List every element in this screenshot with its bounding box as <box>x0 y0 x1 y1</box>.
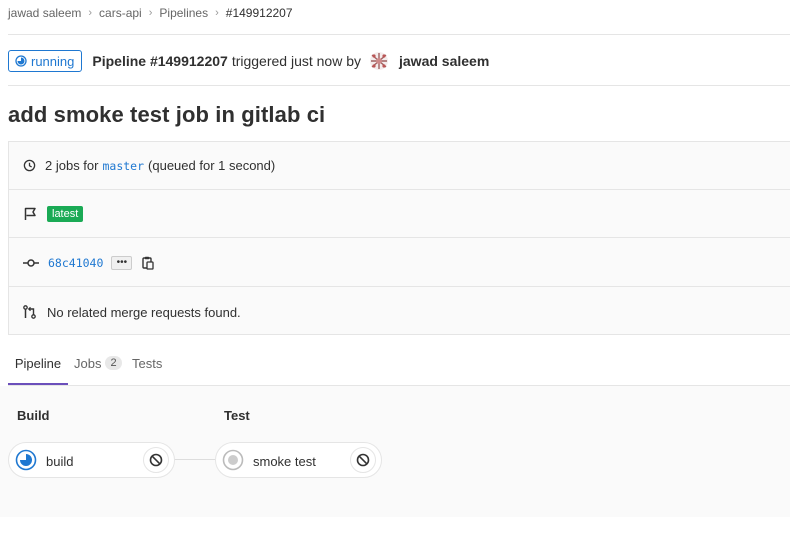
job-smoke-test[interactable]: smoke test <box>215 442 382 478</box>
job-name: build <box>46 454 74 469</box>
triggered-text: triggered just now by <box>231 53 361 69</box>
stage-connector <box>174 459 216 460</box>
chevron-right-icon: › <box>88 7 93 19</box>
tab-tests[interactable]: Tests <box>132 348 162 385</box>
user-link[interactable]: jawad saleem <box>399 53 489 69</box>
commit-row: 68c41040 ••• <box>9 239 790 287</box>
flag-icon <box>24 207 36 220</box>
chevron-right-icon: › <box>215 7 219 19</box>
tab-jobs-label: Jobs <box>74 356 102 371</box>
badges-row: latest <box>9 190 790 238</box>
clock-icon <box>23 159 36 172</box>
pipeline-id: Pipeline #149912207 <box>92 53 228 69</box>
jobs-count-badge: 2 <box>105 356 122 370</box>
tab-jobs[interactable]: Jobs 2 <box>74 348 122 385</box>
branch-link[interactable]: master <box>102 159 144 173</box>
breadcrumb: jawad saleem › cars-api › Pipelines › #1… <box>8 6 293 20</box>
commit-sha-link[interactable]: 68c41040 <box>48 256 103 270</box>
pipeline-info-box: 2 jobs for master (queued for 1 second) … <box>8 141 790 335</box>
cancel-icon <box>356 453 370 467</box>
commit-icon <box>23 258 39 267</box>
cancel-button[interactable] <box>350 447 376 473</box>
breadcrumb-pipeline-id[interactable]: #149912207 <box>226 6 293 20</box>
stage-title-test: Test <box>224 408 250 423</box>
jobs-count-text: 2 jobs for <box>45 158 99 173</box>
queued-text: (queued for 1 second) <box>148 158 276 173</box>
avatar[interactable] <box>369 51 389 71</box>
breadcrumb-pipelines[interactable]: Pipelines <box>159 6 208 20</box>
divider <box>8 34 790 35</box>
running-status-icon <box>15 449 37 471</box>
breadcrumb-project[interactable]: cars-api <box>99 6 142 20</box>
job-build[interactable]: build <box>8 442 175 478</box>
divider <box>8 85 790 86</box>
merge-request-icon <box>23 305 36 319</box>
cancel-icon <box>149 453 163 467</box>
job-name: smoke test <box>253 454 316 469</box>
status-badge[interactable]: running <box>8 50 83 72</box>
pipeline-header: running Pipeline #149912207 triggered ju… <box>8 48 489 74</box>
cancel-button[interactable] <box>143 447 169 473</box>
merge-requests-row: No related merge requests found. <box>9 288 790 336</box>
page-title: add smoke test job in gitlab ci <box>8 102 326 127</box>
status-badge-label: running <box>31 53 75 69</box>
jobs-row: 2 jobs for master (queued for 1 second) <box>9 142 790 190</box>
chevron-right-icon: › <box>148 7 153 19</box>
tab-pipeline[interactable]: Pipeline <box>8 348 68 385</box>
breadcrumb-user[interactable]: jawad saleem <box>8 6 81 20</box>
clipboard-icon[interactable] <box>142 256 155 270</box>
pipeline-graph: Build Test build smoke test <box>0 386 790 517</box>
no-merge-requests-text: No related merge requests found. <box>47 304 241 320</box>
toggle-commit-description-button[interactable]: ••• <box>111 255 133 270</box>
tab-tests-label: Tests <box>132 356 163 371</box>
pipeline-tabs: Pipeline Jobs 2 Tests <box>8 348 790 386</box>
stage-title-build: Build <box>17 408 50 423</box>
running-status-icon <box>15 55 27 67</box>
latest-badge: latest <box>47 205 84 222</box>
tab-pipeline-label: Pipeline <box>14 356 62 371</box>
created-status-icon <box>222 449 244 471</box>
